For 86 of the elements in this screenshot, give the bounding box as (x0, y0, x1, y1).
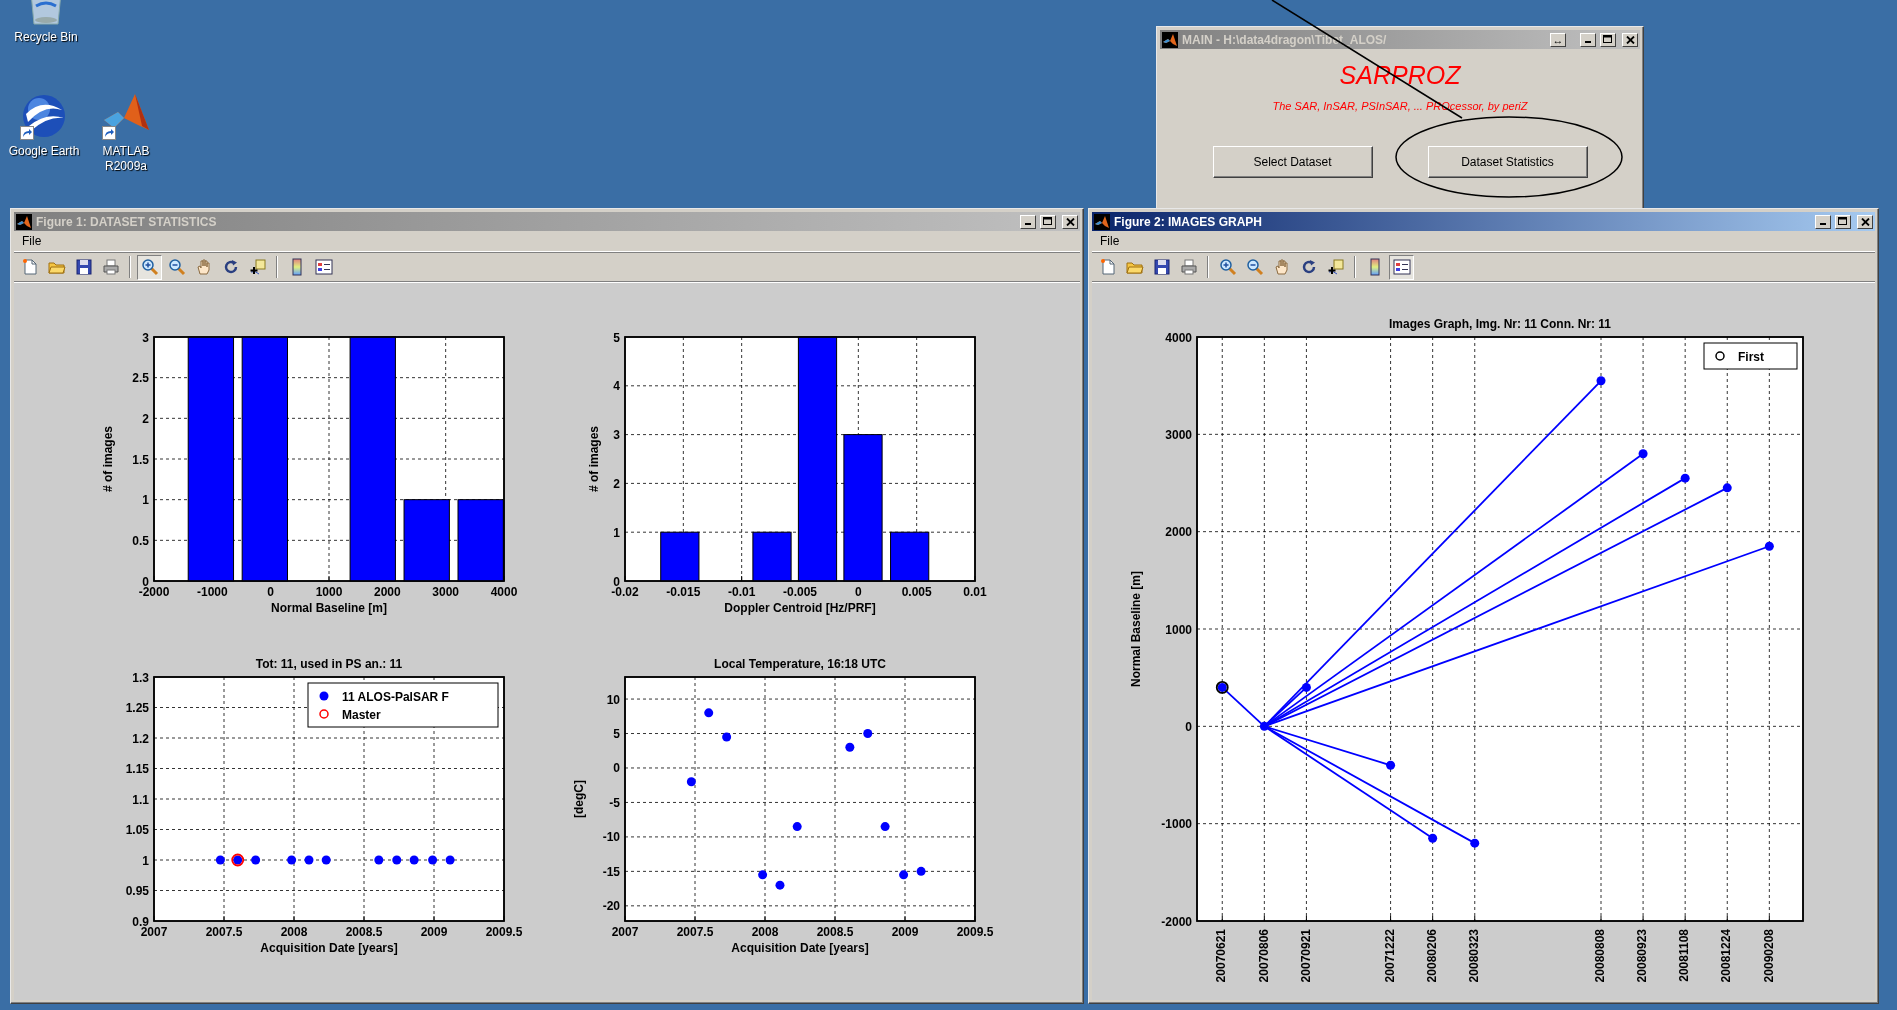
tick-label: 2009.5 (485, 925, 523, 939)
tick-label: 0.01 (963, 585, 987, 599)
tick-label: 5 (613, 727, 620, 741)
tick-label: 1.2 (132, 731, 149, 746)
tick-label: 20080808 (1593, 929, 1608, 983)
tick-label: 2 (613, 476, 620, 491)
tick-label: 2009 (420, 925, 448, 939)
tick-label: -1000 (1161, 817, 1192, 832)
tick-label: 2007.5 (205, 925, 243, 939)
tick-label: 2008.5 (345, 925, 383, 939)
tick-label: 2009.5 (956, 925, 994, 939)
tick-label: 2000 (1165, 525, 1192, 540)
tick-label: 0 (613, 761, 620, 776)
tick-label: -5 (609, 795, 620, 810)
tick-label: 1.3 (132, 670, 149, 685)
tick-label: 20090208 (1761, 929, 1776, 983)
tick-label: 2007 (140, 925, 168, 939)
tick-label: 20070806 (1256, 929, 1271, 983)
tick-label: 1000 (1165, 622, 1192, 637)
tick-label: -15 (602, 864, 620, 879)
axis-label: Normal Baseline [m] (271, 601, 387, 615)
tick-label: 20080323 (1466, 929, 1481, 983)
tick-label: 1000 (315, 585, 343, 599)
tick-label: 4000 (490, 585, 518, 599)
legend-label: 11 ALOS-PalSAR F (342, 689, 449, 704)
tick-label: 1.25 (125, 701, 149, 715)
tick-label: 1.15 (125, 762, 149, 776)
tick-label: 1 (142, 493, 149, 508)
tick-label: 20071222 (1382, 929, 1397, 983)
tick-label: 1 (142, 853, 149, 868)
tick-label: 20081108 (1677, 929, 1692, 982)
tick-label: -0.005 (783, 585, 817, 599)
tick-label: 3 (142, 330, 149, 345)
tick-label: 20081224 (1719, 929, 1734, 983)
tick-label: 2.5 (132, 371, 149, 386)
tick-label: 4000 (1165, 330, 1192, 345)
tick-label: 2008 (280, 925, 308, 939)
tick-label: -0.02 (611, 585, 639, 599)
axis-label: # of images (100, 426, 115, 492)
axis-label: [degC] (571, 780, 586, 818)
tick-label: -2000 (138, 585, 170, 599)
axis-label: # of images (586, 426, 601, 492)
tick-label: 10 (606, 692, 620, 707)
axis-label: Doppler Centroid [Hz/PRF] (724, 601, 876, 615)
tick-label: 0 (855, 585, 862, 599)
tick-label: 1.1 (132, 792, 149, 807)
tick-label: -0.01 (728, 585, 756, 599)
tick-label: 2000 (374, 585, 401, 599)
chart-title: Local Temperature, 16:18 UTC (714, 657, 886, 671)
tick-label: -10 (602, 830, 620, 845)
window-title: Figure 2: IMAGES GRAPH (1114, 214, 1263, 229)
tick-label: 20080206 (1424, 929, 1439, 983)
tick-label: 0 (1185, 719, 1192, 734)
tick-label: 3000 (432, 585, 459, 599)
axis-label: Normal Baseline [m] (1129, 571, 1143, 687)
tick-label: 0.95 (125, 884, 149, 898)
tick-label: 20070621 (1214, 929, 1229, 983)
tick-label: 3 (613, 428, 620, 443)
tick-label: -2000 (1161, 914, 1192, 929)
legend-label: First (1738, 349, 1764, 364)
axis-label: Acquisition Date [years] (731, 941, 869, 955)
tick-label: 1.5 (132, 452, 149, 467)
window-title: Figure 1: DATASET STATISTICS (36, 214, 218, 229)
tick-label: 2009 (891, 925, 919, 939)
tick-label: -0.015 (666, 585, 701, 599)
tick-label: 0.5 (132, 533, 149, 548)
tick-label: 5 (613, 330, 620, 345)
tick-label: 2007 (611, 925, 639, 939)
tick-label: 2008.5 (816, 925, 854, 939)
tick-label: 1 (613, 525, 620, 540)
legend-label: Master (342, 707, 381, 722)
tick-label: 1.05 (125, 823, 149, 837)
tick-label: 3000 (1165, 427, 1192, 442)
tick-label: 0.005 (901, 585, 932, 599)
tick-label: 2007.5 (676, 925, 714, 939)
tick-label: -20 (602, 899, 620, 914)
axis-label: Acquisition Date [years] (260, 941, 398, 955)
tick-label: -1000 (197, 585, 228, 599)
chart-title: Tot: 11, used in PS an.: 11 (255, 657, 403, 671)
tick-label: 2 (142, 411, 149, 426)
tick-label: 20080923 (1635, 929, 1650, 983)
tick-label: 2008 (751, 925, 779, 939)
tick-label: 4 (613, 379, 620, 394)
chart-title: Images Graph, Img. Nr: 11 Conn. Nr: 11 (1388, 317, 1612, 331)
tick-label: 0 (267, 585, 274, 599)
tick-label: 20070921 (1298, 929, 1313, 983)
